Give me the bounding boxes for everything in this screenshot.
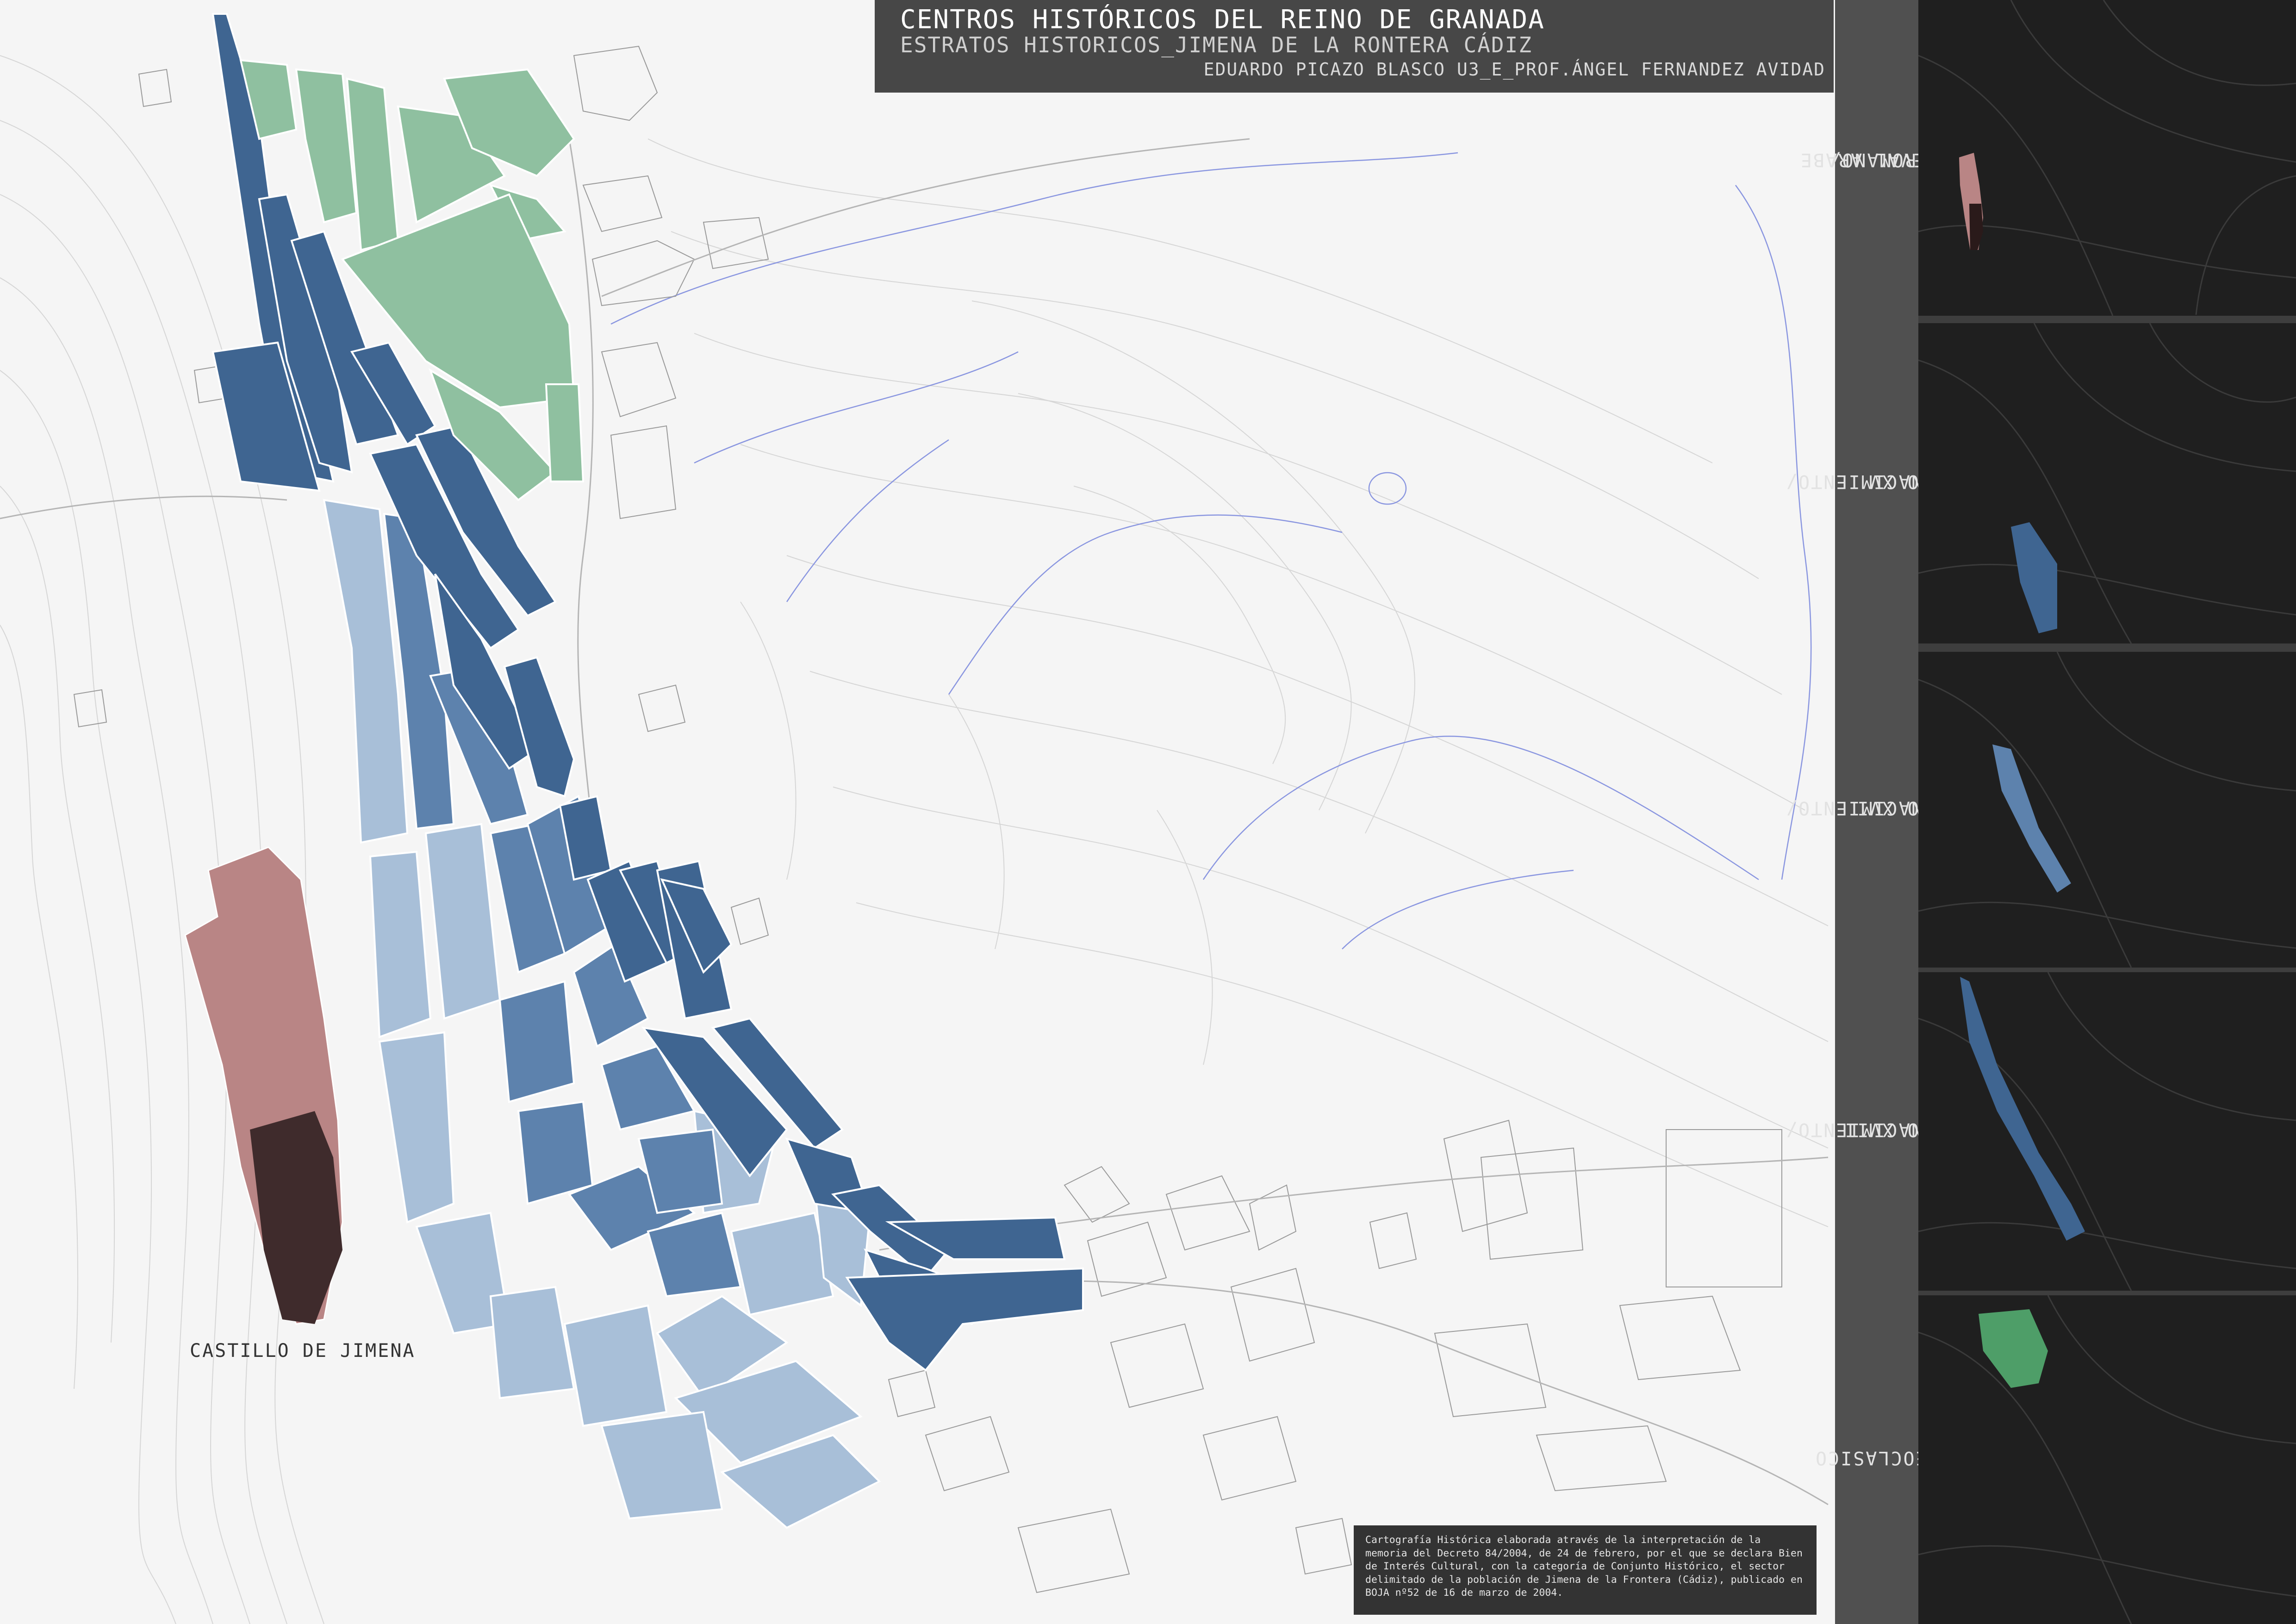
author-line: EDUARDO PICAZO BLASCO U3_E_PROF.ÁNGEL FE…: [1203, 59, 1825, 80]
stratum-label-siglo-xvii: RENACIMIENTO/SIGLO XVII: [1785, 968, 1969, 1292]
strata-panel: PREROMANO/MEDIEVAL ARABE RENACIMIENTO/SI…: [1785, 0, 2296, 1624]
title-block: CENTROS HISTÓRICOS DEL REINO DE GRANADA …: [875, 0, 1834, 93]
source-note: Cartografía Histórica elaborada através …: [1354, 1525, 1817, 1615]
thumbnail-siglo-xvii: [1918, 972, 2296, 1291]
thumbnail-neoclasico: [1918, 1295, 2296, 1624]
thumbnail-siglo-xvi: [1918, 652, 2296, 968]
stratum-label-siglo-xv: RENACIMIENTO/SIGLO XV: [1785, 319, 1969, 643]
page-title: CENTROS HISTÓRICOS DEL REINO DE GRANADA: [900, 5, 1545, 35]
strata-label-column: PREROMANO/MEDIEVAL ARABE RENACIMIENTO/SI…: [1785, 0, 1975, 1624]
thumbnail-siglo-xv: [1918, 323, 2296, 643]
page-subtitle: ESTRATOS HISTORICOS_JIMENA DE LA RONTERA…: [900, 32, 1532, 57]
historic-strata-map: [0, 0, 1835, 1624]
stratum-label-medieval: PREROMANO/MEDIEVAL ARABE: [1799, 0, 1975, 319]
stratum-label-neoclasico: NEOCLASICO: [1814, 1292, 1940, 1624]
stratum-label-siglo-xvi: RENACIMIENTO/SIGLO XVI: [1785, 648, 1969, 968]
source-note-text: Cartografía Histórica elaborada através …: [1365, 1534, 1803, 1599]
thumbnail-medieval: [1918, 0, 2296, 316]
castle-label: CASTILLO DE JIMENA: [190, 1340, 416, 1362]
